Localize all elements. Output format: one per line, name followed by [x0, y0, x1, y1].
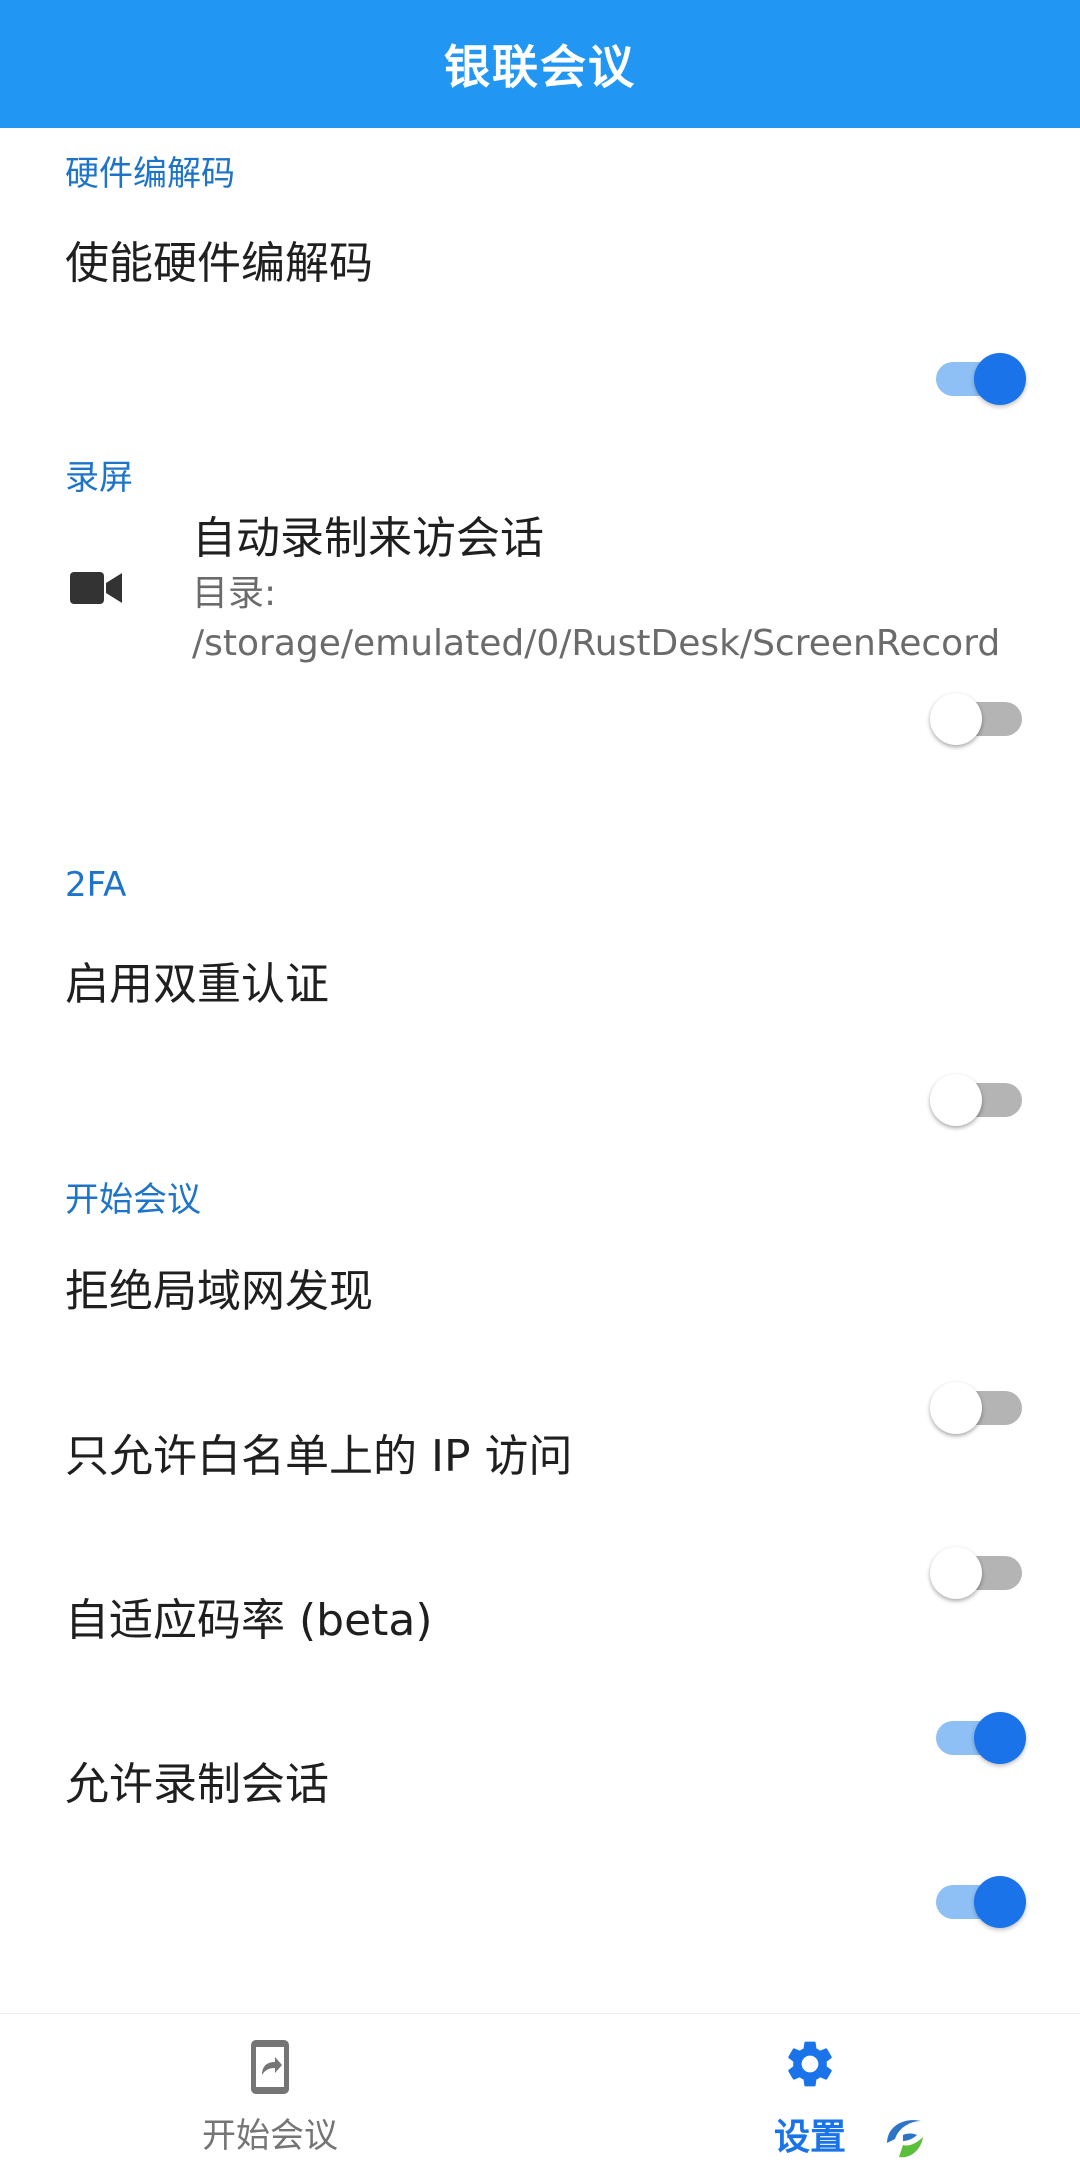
- switch-thumb: [974, 1712, 1026, 1764]
- auto-record-label: 自动录制来访会话: [192, 513, 544, 564]
- videocam-icon: [70, 572, 122, 604]
- deny-lan-discovery-label: 拒绝局域网发现: [65, 1266, 373, 1317]
- app-title: 银联会议: [444, 40, 636, 94]
- watermark-logo-icon: [887, 2120, 923, 2158]
- section-header-hardware-codec: 硬件编解码: [65, 154, 235, 194]
- auto-record-directory: 目录: /storage/emulated/0/RustDesk/ScreenR…: [192, 573, 1001, 664]
- section-header-start-meeting: 开始会议: [65, 1180, 201, 1220]
- gear-icon: [788, 2041, 832, 2087]
- switch-thumb: [930, 1382, 982, 1434]
- adaptive-bitrate-switch[interactable]: [930, 1710, 1030, 1766]
- enable-hw-codec-label: 使能硬件编解码: [65, 238, 373, 289]
- settings-list[interactable]: 硬件编解码 使能硬件编解码 录屏 自动录制来访会话 目录: /storage/e…: [0, 128, 1080, 2013]
- switch-thumb: [974, 353, 1026, 405]
- section-header-screen-recording: 录屏: [65, 458, 133, 498]
- enable-2fa-switch[interactable]: [930, 1072, 1030, 1128]
- section-header-2fa: 2FA: [65, 865, 127, 905]
- deny-lan-discovery-switch[interactable]: [930, 1380, 1030, 1436]
- nav-label-start-meeting: 开始会议: [202, 2116, 338, 2156]
- allow-record-session-switch[interactable]: [930, 1874, 1030, 1930]
- switch-thumb: [930, 1074, 982, 1126]
- switch-thumb: [930, 693, 982, 745]
- app-bar: 银联会议: [0, 0, 1080, 128]
- whitelist-ip-switch[interactable]: [930, 1545, 1030, 1601]
- auto-record-switch[interactable]: [930, 691, 1030, 747]
- share-screen-phone-icon: [251, 2040, 289, 2094]
- enable-hw-codec-switch[interactable]: [930, 351, 1030, 407]
- adaptive-bitrate-label: 自适应码率 (beta): [65, 1595, 433, 1646]
- allow-record-session-label: 允许录制会话: [65, 1759, 329, 1810]
- enable-2fa-label: 启用双重认证: [65, 959, 329, 1010]
- switch-thumb: [974, 1876, 1026, 1928]
- nav-item-start-meeting[interactable]: 开始会议: [120, 2014, 420, 2169]
- whitelist-ip-label: 只允许白名单上的 IP 访问: [65, 1431, 573, 1482]
- switch-thumb: [930, 1547, 982, 1599]
